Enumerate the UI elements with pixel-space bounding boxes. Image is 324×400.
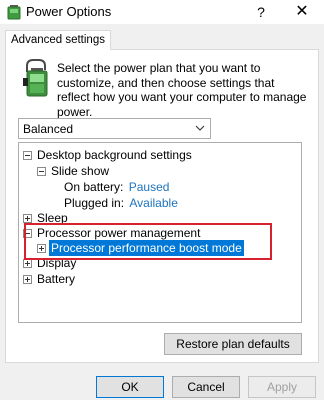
setting-label: Plugged in: (64, 196, 125, 210)
power-battery-icon (7, 5, 21, 20)
restore-plan-defaults-button[interactable]: Restore plan defaults (164, 333, 302, 355)
expand-icon[interactable] (23, 275, 32, 284)
expand-icon[interactable] (23, 214, 32, 223)
title-bar[interactable]: Power Options ? ✕ (0, 0, 324, 24)
power-plan-dropdown[interactable]: Balanced (18, 118, 211, 139)
settings-tree[interactable]: Desktop background settings Slide show O… (18, 142, 302, 323)
setting-value-link[interactable]: Available (129, 196, 177, 210)
tab-advanced-settings[interactable]: Advanced settings (5, 30, 111, 50)
collapse-icon[interactable] (23, 151, 32, 160)
tree-label: Battery (37, 272, 76, 286)
tree-node-plugged-in[interactable]: Plugged in: Available (64, 195, 178, 211)
collapse-icon[interactable] (23, 229, 32, 238)
collapse-icon[interactable] (37, 167, 46, 176)
help-button[interactable]: ? (250, 2, 272, 22)
setting-value-link[interactable]: Paused (129, 180, 170, 194)
window-title: Power Options (26, 4, 112, 19)
tree-label: Slide show (51, 164, 110, 178)
tree-label: Desktop background settings (37, 148, 192, 162)
expand-icon[interactable] (37, 244, 46, 253)
tree-label: Processor power management (37, 226, 201, 240)
expand-icon[interactable] (23, 259, 32, 268)
battery-power-icon (23, 59, 48, 97)
ok-button[interactable]: OK (96, 376, 164, 398)
tree-label-selected: Processor performance boost mode (49, 240, 244, 256)
close-button[interactable]: ✕ (290, 2, 314, 22)
tree-label: Display (37, 256, 77, 270)
chevron-down-icon (195, 125, 205, 131)
tree-label: Sleep (37, 211, 68, 225)
cancel-button[interactable]: Cancel (172, 376, 240, 398)
apply-button[interactable]: Apply (248, 376, 316, 398)
setting-label: On battery: (64, 180, 124, 194)
instructions-text: Select the power plan that you want to c… (57, 61, 307, 119)
power-options-window: Power Options ? ✕ Advanced settings Sele… (0, 0, 324, 400)
plan-selected-value: Balanced (23, 122, 74, 136)
tree-node-on-battery[interactable]: On battery: Paused (64, 179, 169, 195)
